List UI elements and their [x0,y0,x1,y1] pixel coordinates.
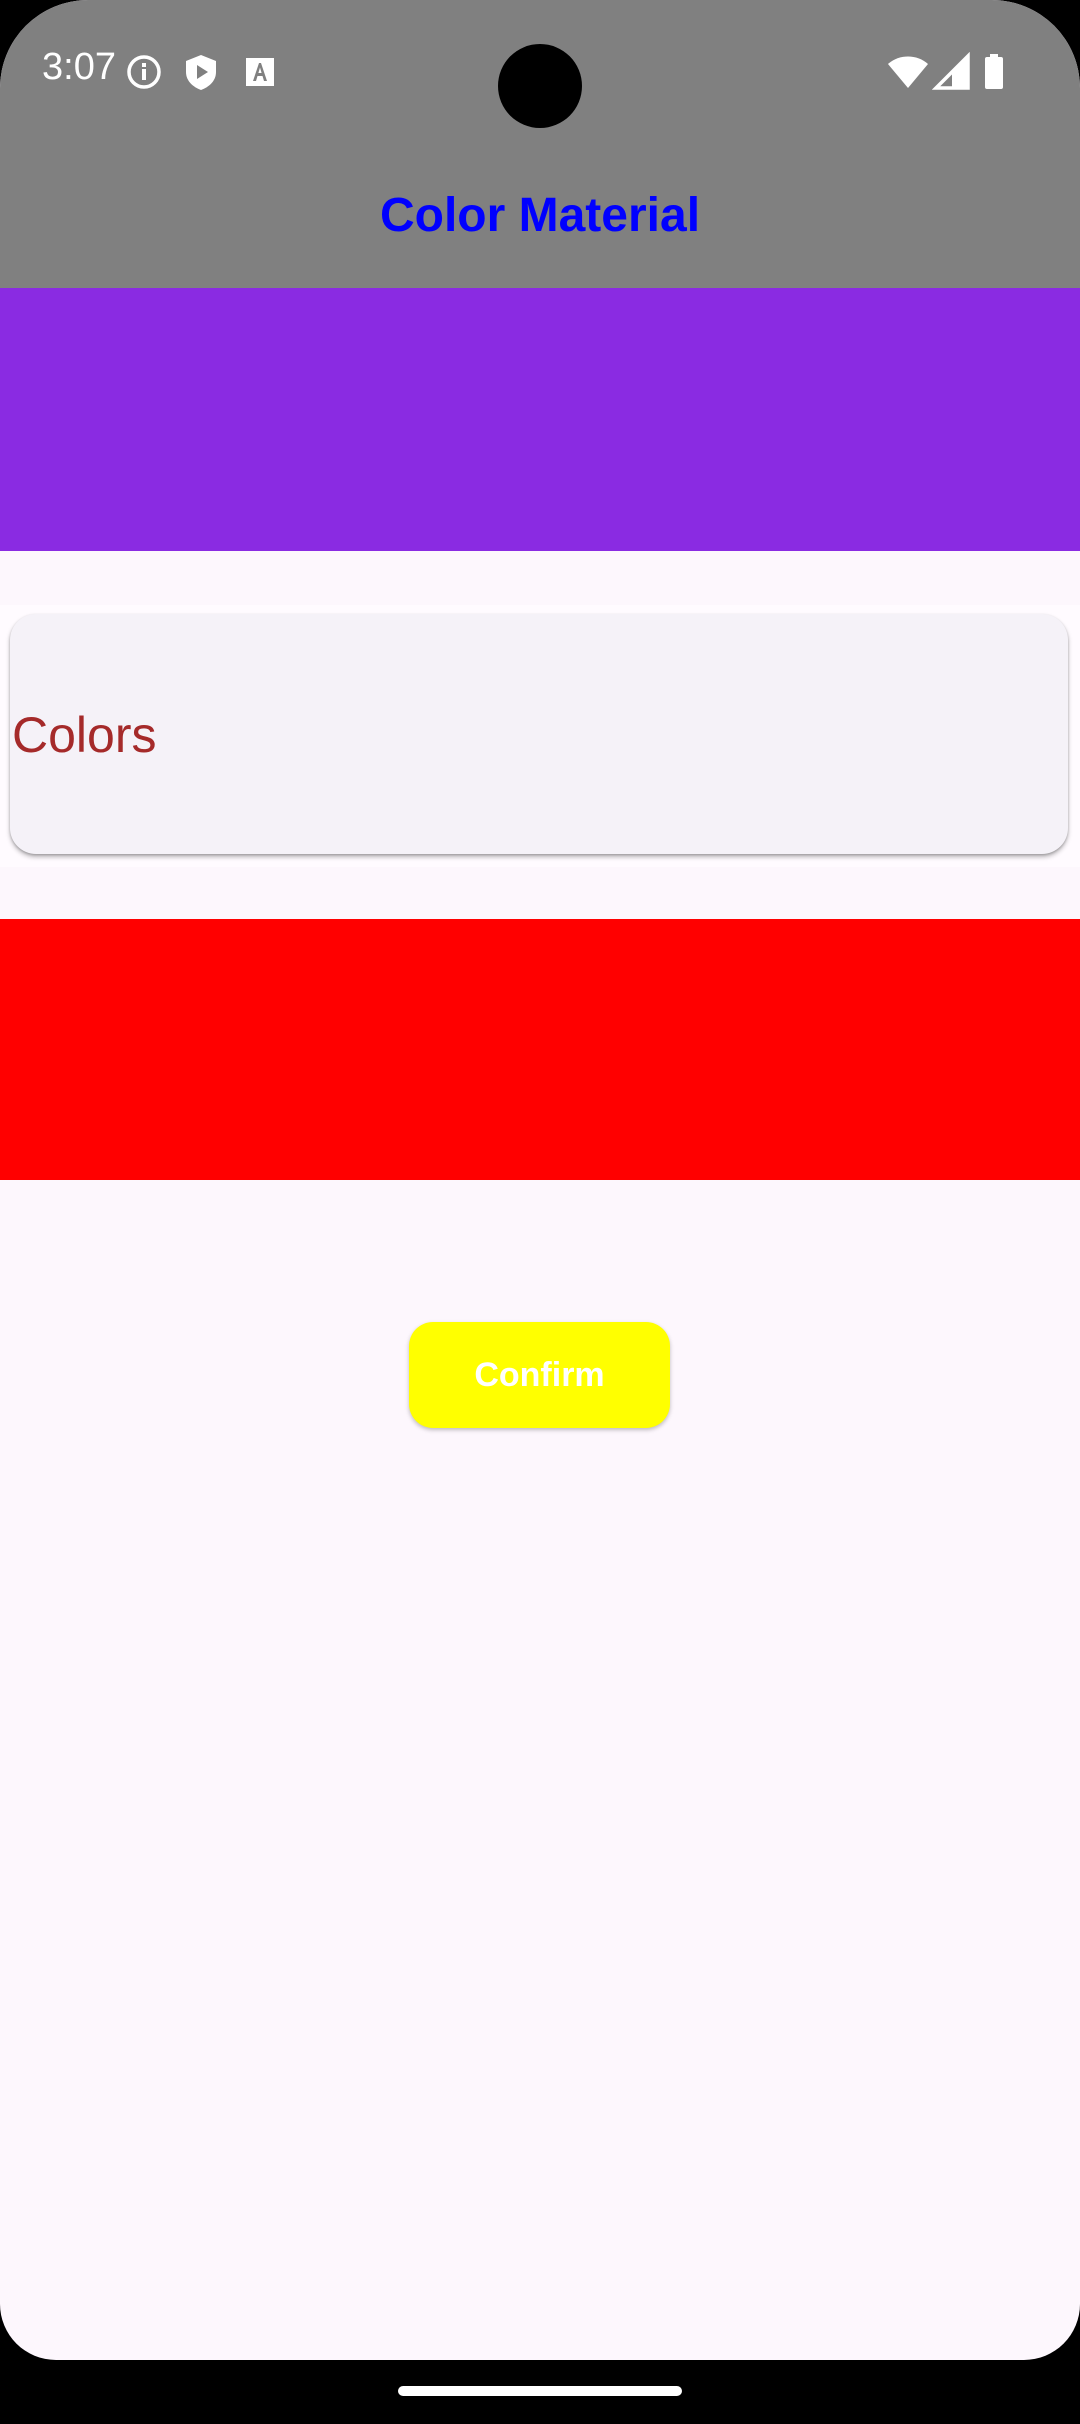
camera-cutout [498,44,582,128]
card-label: Colors [12,707,157,763]
cellular-signal-icon [931,51,972,92]
wifi-icon [886,52,930,92]
font-icon [240,52,280,92]
info-icon [124,52,164,92]
top-app-bar: Color Material [0,140,1080,288]
shield-play-icon [181,52,221,92]
purple-color-block [0,288,1080,551]
home-indicator[interactable] [398,2386,682,2396]
confirm-button[interactable]: Confirm [409,1322,670,1428]
status-bar: 3:07 [0,0,1080,140]
red-color-block [0,919,1080,1180]
app-title: Color Material [379,189,701,242]
app-screen: 3:07 Color Material Colors Confirm [0,0,1080,2360]
status-time: 3:07 [42,46,116,88]
colors-card[interactable]: Colors [10,614,1068,854]
battery-icon [982,52,1006,92]
